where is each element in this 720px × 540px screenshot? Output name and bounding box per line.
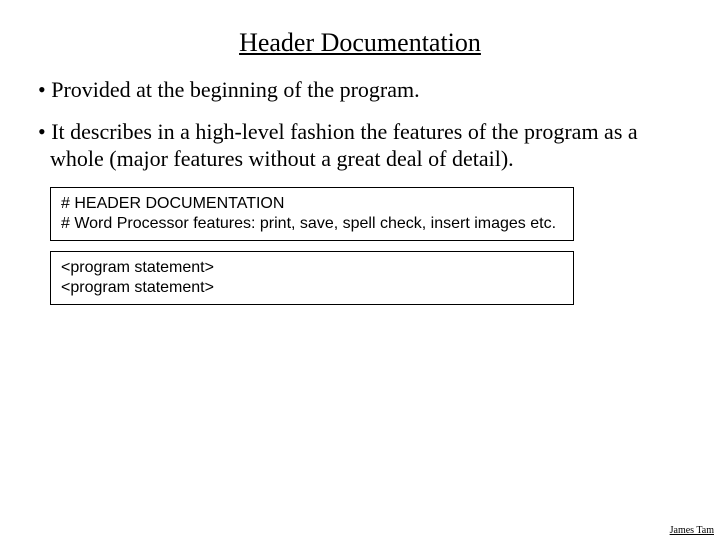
code-line: <program statement> (61, 258, 563, 278)
code-line: # Word Processor features: print, save, … (61, 214, 563, 234)
bullet-item: Provided at the beginning of the program… (38, 76, 680, 104)
code-box-header-doc: # HEADER DOCUMENTATION # Word Processor … (50, 187, 574, 241)
code-box-program-statements: <program statement> <program statement> (50, 251, 574, 305)
bullet-item: It describes in a high-level fashion the… (38, 118, 680, 173)
bullet-list: Provided at the beginning of the program… (0, 76, 720, 173)
author-credit: James Tam (670, 525, 714, 536)
code-line: <program statement> (61, 278, 563, 298)
slide-title: Header Documentation (0, 0, 720, 76)
code-line: # HEADER DOCUMENTATION (61, 194, 563, 214)
slide: Header Documentation Provided at the beg… (0, 0, 720, 540)
